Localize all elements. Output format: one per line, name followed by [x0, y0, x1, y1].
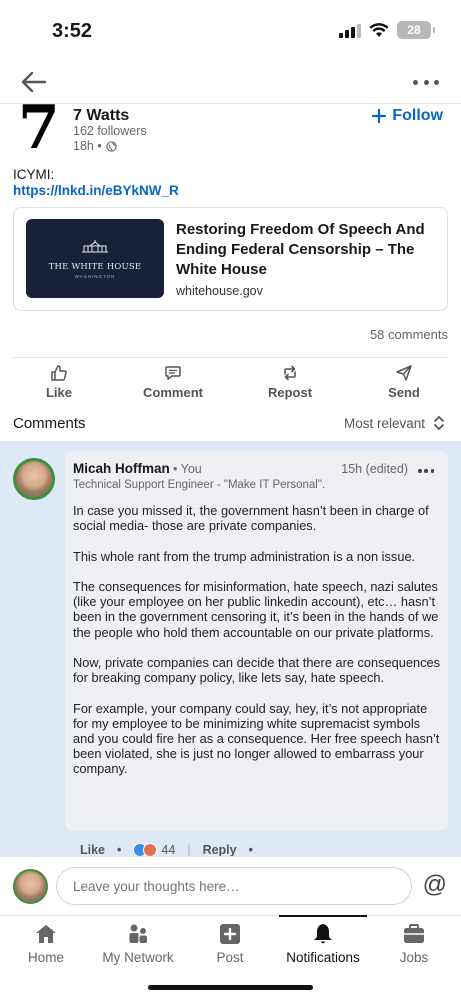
nav-home[interactable]: Home [25, 922, 67, 965]
comment-label: Comment [143, 385, 203, 400]
comment-footer: Like • 44 | Reply • [80, 843, 253, 856]
battery-icon: 28 [397, 21, 435, 39]
comment-paragraph: This whole rant from the trump administr… [73, 548, 416, 564]
separator-dot: • [248, 843, 253, 856]
comment-paragraph: In case you missed it, the government ha… [73, 503, 429, 534]
author-name[interactable]: 7 Watts [73, 107, 129, 125]
nav-notifications-label: Notifications [286, 950, 360, 965]
like-label: Like [45, 385, 72, 400]
author-logo[interactable]: 7 [18, 104, 58, 156]
link-preview-card[interactable]: THE WHITE HOUSE WASHINGTON Restoring Fre… [13, 207, 448, 311]
back-arrow-icon [21, 71, 47, 93]
comments-heading: Comments [13, 415, 86, 432]
my-avatar[interactable] [13, 869, 48, 904]
network-icon [129, 924, 147, 943]
comments-count[interactable]: 58 comments [370, 327, 448, 342]
nav-my-network[interactable]: My Network [100, 922, 176, 965]
commenter-headline: Technical Support Engineer - "Make IT Pe… [73, 479, 326, 491]
repost-icon [284, 365, 296, 381]
nav-notifications[interactable]: Notifications [280, 922, 366, 965]
comment-icon [165, 366, 181, 380]
nav-jobs-label: Jobs [399, 950, 429, 965]
post-icon [220, 924, 240, 944]
celebrate-reaction-icon [143, 843, 158, 856]
nav-jobs[interactable]: Jobs [396, 922, 432, 965]
briefcase-icon [404, 924, 424, 943]
thumbs-up-icon [51, 365, 67, 381]
send-button[interactable]: Send [385, 364, 423, 400]
nav-post[interactable]: Post [212, 922, 248, 965]
bell-icon [314, 924, 332, 944]
status-icons: 28 [339, 21, 435, 39]
thumbnail-subtitle: WASHINGTON [74, 274, 116, 279]
globe-icon [106, 140, 117, 152]
repost-label: Repost [267, 385, 313, 400]
comment-like-button[interactable]: Like [80, 843, 105, 856]
follow-button[interactable]: Follow [372, 107, 443, 125]
comment-paragraph: For example, your company could say, hey… [73, 700, 440, 777]
top-navigation [0, 60, 461, 104]
comment-bubble: Micah Hoffman • You 15h (edited) Technic… [65, 451, 448, 831]
comment-body: In case you missed it, the government ha… [73, 503, 443, 792]
wifi-icon [369, 22, 389, 37]
post-time: 18h • [73, 139, 117, 153]
nav-home-label: Home [27, 950, 64, 965]
separator-dot: • [117, 843, 122, 856]
repost-button[interactable]: Repost [265, 364, 315, 400]
divider [13, 357, 448, 358]
sort-chevron-icon [434, 416, 444, 430]
sort-dropdown[interactable]: Most relevant [344, 415, 445, 431]
status-time: 3:52 [52, 20, 93, 42]
thumbnail-title: THE WHITE HOUSE [48, 262, 142, 272]
more-options-button[interactable] [413, 70, 439, 94]
post-text: ICYMI: [13, 167, 55, 182]
home-icon [36, 925, 56, 943]
card-thumbnail: THE WHITE HOUSE WASHINGTON [26, 219, 164, 298]
post-actions: Like Comment Repost Send [0, 364, 461, 404]
sort-label: Most relevant [343, 415, 425, 431]
comment-paragraph: The consequences for misinformation, hat… [73, 578, 439, 640]
home-indicator [148, 985, 313, 990]
post-link[interactable]: https://lnkd.in/eBYkNW_R [13, 183, 179, 198]
send-label: Send [388, 385, 420, 400]
mention-button[interactable]: @ [423, 871, 447, 899]
comment-paragraph: Now, private companies can decide that t… [73, 654, 441, 686]
follow-label: Follow [392, 107, 443, 124]
plus-icon [372, 109, 387, 123]
commenter-avatar[interactable] [13, 458, 55, 500]
commenter-you-badge: • You [173, 462, 202, 476]
nav-post-label: Post [216, 950, 244, 965]
reactions-summary[interactable]: 44 [133, 843, 175, 856]
comment-input[interactable] [56, 867, 412, 905]
comment-button[interactable]: Comment [140, 364, 206, 400]
status-bar: 3:52 28 [0, 0, 461, 60]
comment-time: 15h (edited) [341, 462, 408, 476]
card-title: Restoring Freedom Of Speech And Ending F… [176, 221, 425, 278]
separator-bar: | [187, 843, 191, 856]
back-button[interactable] [20, 70, 48, 94]
signal-icon [339, 22, 361, 38]
commenter-name[interactable]: Micah Hoffman [73, 461, 170, 476]
author-followers: 162 followers [73, 124, 147, 138]
comment-item: Micah Hoffman • You 15h (edited) Technic… [0, 441, 461, 856]
comment-input-bar: @ [0, 856, 461, 916]
active-tab-indicator [279, 915, 367, 917]
white-house-logo [82, 240, 108, 253]
reaction-count: 44 [161, 843, 176, 856]
post-time-text: 18h • [73, 139, 102, 153]
like-button[interactable]: Like [44, 364, 74, 400]
comment-reply-button[interactable]: Reply [203, 843, 237, 856]
send-icon [396, 365, 412, 381]
nav-network-label: My Network [102, 950, 174, 965]
comment-more-button[interactable] [418, 469, 434, 473]
card-domain: whitehouse.gov [176, 284, 263, 298]
